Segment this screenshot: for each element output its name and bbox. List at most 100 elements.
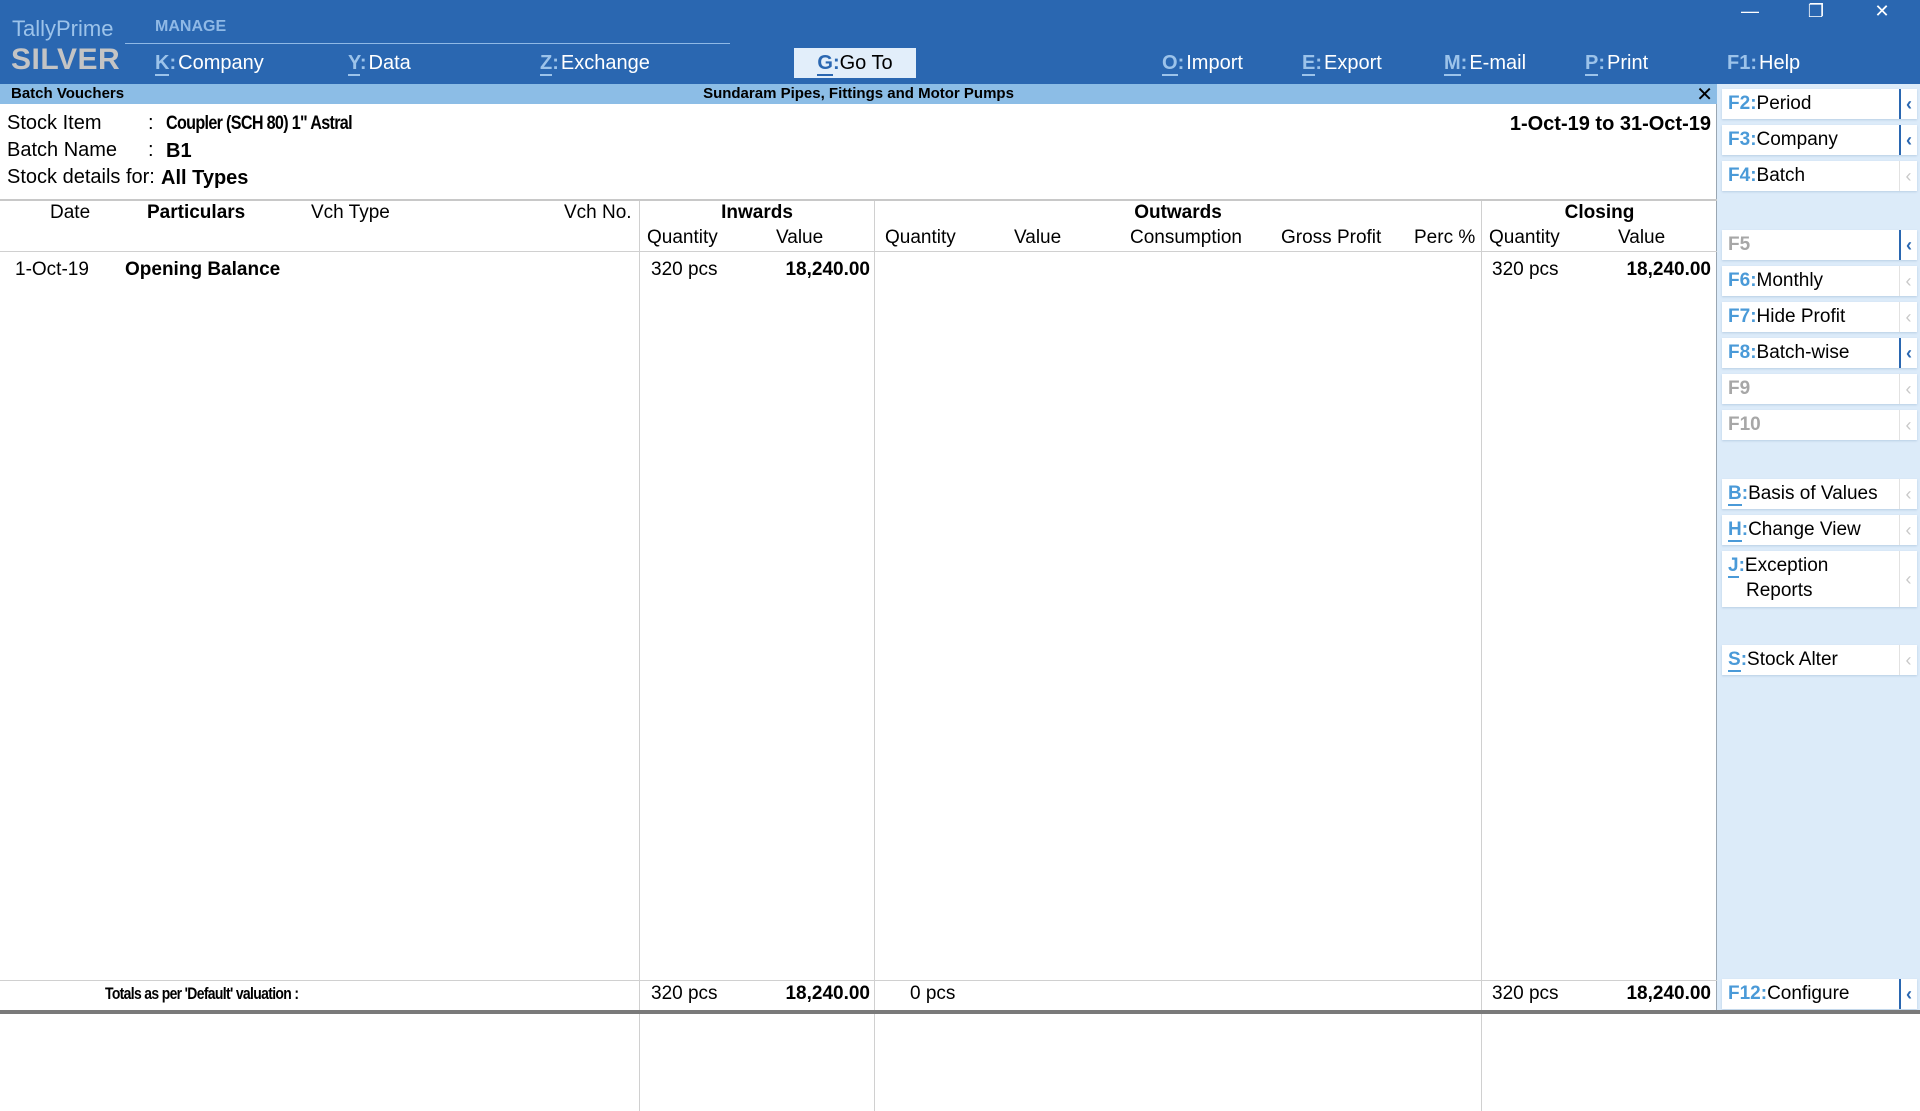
minimize-icon[interactable]: — <box>1720 0 1780 26</box>
chevron-left-icon: ‹ <box>1899 979 1917 1009</box>
menu-label: Exchange <box>560 52 650 74</box>
chevron-left-icon: ‹ <box>1899 89 1917 119</box>
stock-alter-button[interactable]: S:Stock Alter ‹ <box>1722 645 1917 675</box>
period-button[interactable]: F2:Period ‹ <box>1722 89 1917 119</box>
chevron-left-icon: ‹ <box>1899 551 1917 607</box>
colon: : <box>148 112 154 134</box>
batch-wise-button[interactable]: F8:Batch-wise ‹ <box>1722 338 1917 368</box>
monthly-button[interactable]: F6:Monthly ‹ <box>1722 266 1917 296</box>
col-header-outwards-quantity: Quantity <box>885 227 956 248</box>
totals-label: Totals as per 'Default' valuation : <box>105 984 299 1003</box>
chevron-left-icon: ‹ <box>1899 338 1917 368</box>
button-key: B <box>1728 483 1742 506</box>
col-header-closing-quantity: Quantity <box>1489 227 1560 248</box>
menu-key: P <box>1585 52 1599 76</box>
chevron-left-icon: ‹ <box>1899 410 1917 440</box>
menu-key: M <box>1444 52 1461 76</box>
button-label: Batch <box>1756 165 1806 186</box>
button-key: H <box>1728 519 1742 542</box>
f10-button[interactable]: F10 ‹ <box>1722 410 1917 440</box>
row-inwards-qty: 320 pcs <box>651 259 718 280</box>
col-header-outwards-value: Value <box>1014 227 1062 248</box>
menu-key: F1 <box>1727 52 1751 74</box>
manage-section-label: MANAGE <box>155 18 227 35</box>
menu-key: E <box>1302 52 1316 76</box>
col-header-date: Date <box>50 202 91 223</box>
menu-label: Company <box>178 52 264 74</box>
restore-icon[interactable]: ❐ <box>1786 0 1846 26</box>
f5-button[interactable]: F5 ‹ <box>1722 230 1917 260</box>
col-header-perc: Perc % <box>1414 227 1476 248</box>
menu-print[interactable]: P: Print <box>1585 52 1649 76</box>
button-label: Basis of Values <box>1748 483 1878 504</box>
menu-exchange[interactable]: Z: Exchange <box>540 52 650 76</box>
menu-label: Export <box>1324 52 1382 74</box>
exception-reports-button[interactable]: J:Exception Reports ‹ <box>1722 551 1917 607</box>
stock-item-label: Stock Item <box>7 112 102 134</box>
company-name: Sundaram Pipes, Fittings and Motor Pumps <box>703 85 1014 102</box>
batch-button[interactable]: F4:Batch ‹ <box>1722 161 1917 191</box>
batch-name-value: B1 <box>166 140 192 162</box>
column-divider <box>874 201 875 1111</box>
menu-company[interactable]: K: Company <box>155 52 264 76</box>
stock-details-label: Stock details for: <box>7 166 155 188</box>
button-key: F4 <box>1728 165 1751 186</box>
window-bottom-border <box>0 1010 1920 1014</box>
menu-label: Help <box>1759 52 1801 74</box>
chevron-left-icon: ‹ <box>1899 161 1917 191</box>
menu-help[interactable]: F1: Help <box>1727 52 1800 75</box>
button-key: F3 <box>1728 129 1751 150</box>
stock-details-value: All Types <box>161 167 249 189</box>
totals-top-border <box>0 980 1717 981</box>
menu-email[interactable]: M: E-mail <box>1444 52 1527 76</box>
hide-profit-button[interactable]: F7:Hide Profit ‹ <box>1722 302 1917 332</box>
stock-item-value: Coupler (SCH 80) 1" Astral <box>166 113 353 134</box>
row-closing-value: 18,240.00 <box>1626 259 1711 280</box>
button-key: S <box>1728 649 1741 672</box>
button-label: Stock Alter <box>1747 649 1838 670</box>
button-label: Change View <box>1748 519 1861 540</box>
button-label: Period <box>1756 93 1812 114</box>
menu-label: E-mail <box>1469 52 1527 74</box>
button-label: Exception <box>1744 555 1829 576</box>
totals-inwards-qty: 320 pcs <box>651 983 718 1004</box>
button-key: F5 <box>1728 234 1751 255</box>
col-header-inwards-quantity: Quantity <box>647 227 718 248</box>
menu-key: O <box>1162 52 1178 76</box>
button-bar: F2:Period ‹ F3:Company ‹ F4:Batch ‹ F5 ‹… <box>1717 84 1920 1010</box>
menu-label: Data <box>368 52 411 74</box>
menu-data[interactable]: Y: Data <box>348 52 411 76</box>
chevron-left-icon: ‹ <box>1899 266 1917 296</box>
menu-key: Z <box>540 52 553 76</box>
totals-closing-value: 18,240.00 <box>1626 983 1711 1004</box>
row-inwards-value: 18,240.00 <box>785 259 870 280</box>
basis-of-values-button[interactable]: B:Basis of Values ‹ <box>1722 479 1917 509</box>
col-header-gross-profit: Gross Profit <box>1281 227 1382 248</box>
menu-key: G <box>817 52 833 76</box>
button-key: F6 <box>1728 270 1751 291</box>
chevron-left-icon: ‹ <box>1899 230 1917 260</box>
menu-import[interactable]: O: Import <box>1162 52 1243 76</box>
column-divider <box>639 201 640 1111</box>
button-label: Hide Profit <box>1756 306 1846 327</box>
col-header-inwards: Inwards <box>721 202 793 223</box>
button-label: Monthly <box>1756 270 1824 291</box>
close-window-icon[interactable]: ✕ <box>1852 0 1912 26</box>
menu-label: Print <box>1607 52 1649 74</box>
row-closing-qty: 320 pcs <box>1492 259 1559 280</box>
change-view-button[interactable]: H:Change View ‹ <box>1722 515 1917 545</box>
report-period[interactable]: 1-Oct-19 to 31-Oct-19 <box>1510 113 1711 136</box>
button-key: F10 <box>1728 414 1761 435</box>
menu-label: Import <box>1186 52 1243 74</box>
menu-export[interactable]: E: Export <box>1302 52 1382 76</box>
company-button[interactable]: F3:Company ‹ <box>1722 125 1917 155</box>
row-particulars: Opening Balance <box>125 259 281 280</box>
f9-button[interactable]: F9 ‹ <box>1722 374 1917 404</box>
totals-outwards-qty: 0 pcs <box>910 983 956 1004</box>
button-key: J <box>1728 555 1739 578</box>
configure-button[interactable]: F12:Configure ‹ <box>1722 979 1917 1009</box>
button-key: F7 <box>1728 306 1751 327</box>
app-name: TallyPrime <box>12 16 114 41</box>
col-header-inwards-value: Value <box>776 227 824 248</box>
menu-go-to[interactable]: G:Go To <box>794 48 916 78</box>
